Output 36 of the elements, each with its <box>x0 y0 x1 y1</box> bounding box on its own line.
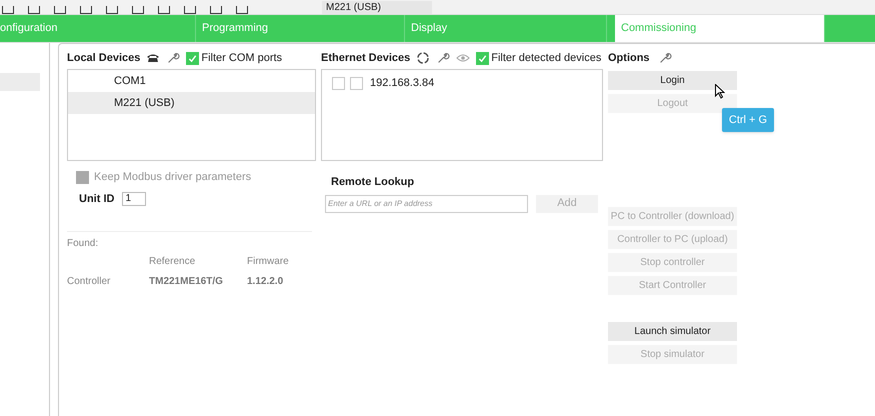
field-label: Unit ID <box>79 192 114 206</box>
option-button[interactable]: Launch simulator <box>608 322 737 341</box>
section-title: Local Devices <box>67 50 140 66</box>
tab[interactable]: Display <box>405 15 607 42</box>
unit-id-field[interactable]: 1 <box>122 192 146 206</box>
device-item[interactable]: COM1 <box>68 70 315 92</box>
option-button[interactable]: Login <box>608 71 737 90</box>
section-title: Remote Lookup <box>331 175 416 190</box>
checkbox[interactable] <box>350 76 363 90</box>
wrench-icon[interactable] <box>658 51 672 65</box>
table-cell-text: Controller <box>67 275 112 289</box>
checkbox[interactable] <box>186 52 200 64</box>
cursor-icon <box>715 84 725 99</box>
column-header: Reference <box>149 255 196 269</box>
checkbox-label: Filter COM ports <box>201 50 282 66</box>
tab[interactable]: onfiguration <box>0 15 196 42</box>
tab[interactable]: Commissioning <box>615 15 825 42</box>
ip-address[interactable]: 192.168.3.84 <box>370 75 434 92</box>
found-label: Found: <box>67 237 100 251</box>
phone-icon[interactable] <box>146 53 160 63</box>
wrench-icon[interactable] <box>436 51 450 65</box>
checkbox[interactable] <box>332 76 345 90</box>
section-title: Ethernet Devices <box>321 50 410 66</box>
tab[interactable]: Programming <box>196 15 405 42</box>
tooltip: Ctrl + G <box>722 108 774 132</box>
section-title: Options <box>608 50 650 66</box>
table-cell-text: 1.12.2.0 <box>247 275 284 289</box>
wrench-icon[interactable] <box>166 51 180 65</box>
table-cell-text: TM221ME16T/G <box>149 275 224 289</box>
url-field[interactable]: Enter a URL or an IP address <box>325 194 528 212</box>
device-dropdown[interactable]: M221 (USB) <box>322 1 432 14</box>
checkbox[interactable] <box>476 52 490 64</box>
column-header: Firmware <box>247 255 289 269</box>
checkbox-label: Filter detected devices <box>491 50 602 66</box>
checkbox-label: Keep Modbus driver parameters <box>94 170 252 185</box>
device-item[interactable]: M221 (USB) <box>68 92 315 114</box>
